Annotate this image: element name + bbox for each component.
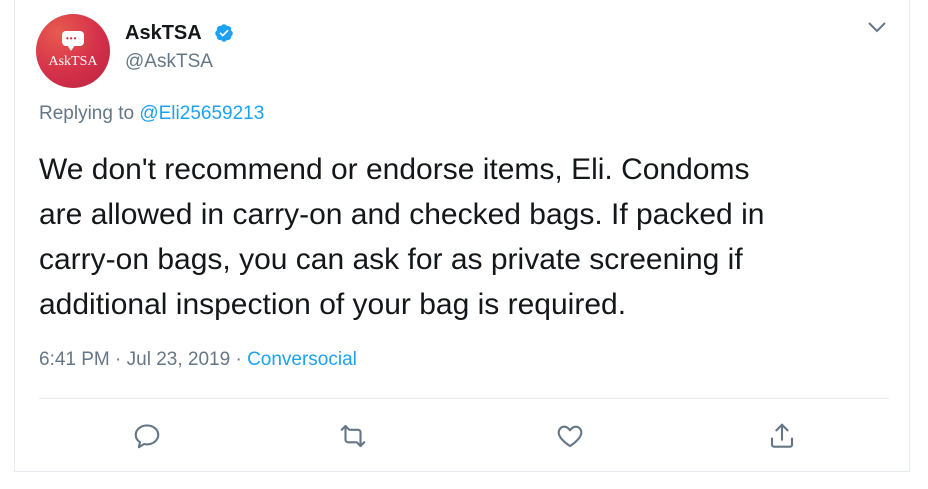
avatar-logo-text: AskTSA xyxy=(48,54,98,69)
tweet-line: carry-on bags, you can ask for as privat… xyxy=(39,243,743,276)
dots-icon: ••• xyxy=(66,34,78,43)
tweet-card: ••• AskTSA AskTSA @AskTSA Replying to @E… xyxy=(14,0,910,472)
author-name[interactable]: AskTSA xyxy=(125,22,202,45)
replying-to: Replying to @Eli25659213 xyxy=(39,103,264,125)
tweet-line: additional inspection of your bag is req… xyxy=(39,288,627,321)
author-handle[interactable]: @AskTSA xyxy=(125,51,213,73)
divider xyxy=(39,398,889,399)
mention-link[interactable]: @Eli25659213 xyxy=(139,103,264,124)
tweet-line: We don't recommend or endorse items, Eli… xyxy=(39,153,750,186)
avatar[interactable]: ••• AskTSA xyxy=(36,14,110,88)
tweet-text: We don't recommend or endorse items, Eli… xyxy=(39,147,899,327)
retweet-icon[interactable] xyxy=(338,421,368,451)
replying-prefix: Replying to xyxy=(39,103,135,124)
share-icon[interactable] xyxy=(767,421,797,451)
tweet-line: are allowed in carry-on and checked bags… xyxy=(39,198,765,231)
verified-badge-icon xyxy=(215,24,233,42)
source-link[interactable]: Conversocial xyxy=(247,349,357,370)
chevron-down-icon[interactable] xyxy=(866,20,888,34)
reply-icon[interactable] xyxy=(132,421,162,451)
timestamp[interactable]: 6:41 PM · Jul 23, 2019 · xyxy=(39,349,247,370)
heart-icon[interactable] xyxy=(555,421,585,451)
tweet-meta: 6:41 PM · Jul 23, 2019 · Conversocial xyxy=(39,349,357,371)
